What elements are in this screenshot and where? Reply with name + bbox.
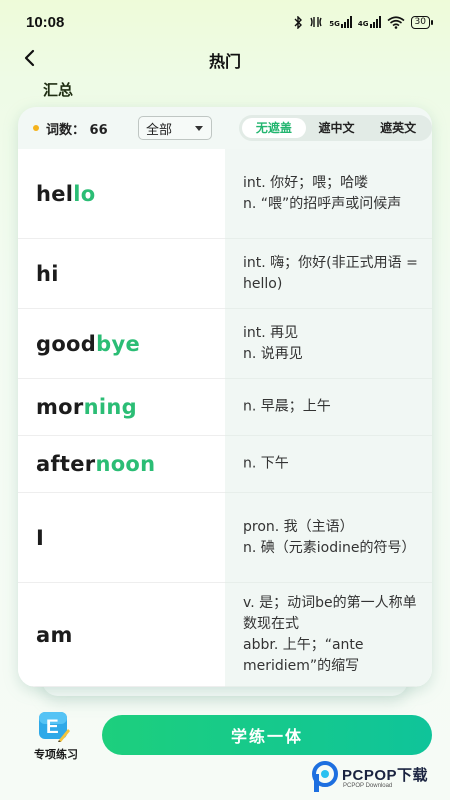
signal-bars-2	[369, 16, 381, 28]
word-prefix: hel	[36, 181, 74, 206]
word-cell: am	[18, 583, 225, 687]
segment-no-mask[interactable]: 无遮盖	[242, 118, 306, 138]
word-meaning: int. 你好；喂；哈喽 n. “喂”的招呼声或问候声	[243, 174, 402, 212]
segment-mask-chinese[interactable]: 遮中文	[306, 118, 368, 138]
word-meaning: v. 是；动词be的第一人称单数现在式 abbr. 上午；“ante merid…	[243, 594, 417, 674]
word-prefix: I	[36, 525, 45, 550]
word-text: afternoon	[36, 452, 155, 476]
word-row[interactable]: hello int. 你好；喂；哈喽 n. “喂”的招呼声或问候声	[18, 149, 432, 239]
caret-down-icon	[195, 126, 203, 131]
word-cell: I	[18, 493, 225, 583]
meaning-cell: pron. 我（主语） n. 碘（元素iodine的符号）	[225, 493, 432, 583]
word-cell: hello	[18, 149, 225, 239]
word-cell: afternoon	[18, 436, 225, 493]
section-title: 汇总	[43, 81, 74, 99]
word-cell: goodbye	[18, 309, 225, 379]
word-text: hi	[36, 262, 59, 286]
word-text: hello	[36, 182, 96, 206]
word-text: I	[36, 526, 44, 550]
mask-mode-segmented-control: 无遮盖 遮中文 遮英文	[239, 115, 432, 141]
status-bar: 10:08 5G 4G 30	[0, 0, 450, 44]
meaning-cell: n. 下午	[225, 436, 432, 493]
word-count: 词数： 66	[46, 119, 108, 138]
filter-select-value: 全部	[146, 123, 173, 138]
special-practice-button[interactable]: E 专项练习	[26, 710, 86, 764]
word-prefix: hi	[36, 261, 59, 286]
battery-icon: 30	[410, 15, 434, 29]
watermark-text: PCPOP下载	[342, 767, 429, 784]
learn-practice-button[interactable]: 学练一体	[102, 715, 432, 755]
word-meaning: n. 早晨；上午	[243, 398, 331, 415]
meaning-cell: int. 你好；喂；哈喽 n. “喂”的招呼声或问候声	[225, 149, 432, 239]
word-highlight: bye	[96, 331, 140, 356]
word-row[interactable]: goodbye int. 再见 n. 说再见	[18, 309, 432, 379]
network-4g-label: 4G	[357, 20, 369, 28]
word-text: am	[36, 623, 73, 647]
word-highlight: noon	[95, 452, 156, 476]
filter-select[interactable]: 全部	[138, 116, 212, 140]
word-prefix: am	[36, 622, 73, 647]
meaning-cell: n. 早晨；上午	[225, 379, 432, 436]
signal-bars-1	[340, 16, 352, 28]
word-count-label: 词数：	[46, 123, 86, 138]
word-prefix: good	[36, 331, 97, 356]
bluetooth-icon	[294, 15, 303, 29]
word-row[interactable]: morning n. 早晨；上午	[18, 379, 432, 436]
network-5g-icon: 5G	[329, 16, 352, 28]
special-practice-label: 专项练习	[34, 748, 78, 761]
word-row[interactable]: I pron. 我（主语） n. 碘（元素iodine的符号）	[18, 493, 432, 583]
segment-mask-english[interactable]: 遮英文	[367, 118, 429, 138]
word-meaning: int. 嗨；你好(非正式用语 = hello)	[243, 254, 418, 292]
list-toolbar: 词数： 66 全部 无遮盖 遮中文 遮英文	[18, 107, 432, 149]
vibrate-icon	[310, 17, 322, 27]
meaning-cell: int. 再见 n. 说再见	[225, 309, 432, 379]
word-row[interactable]: hi int. 嗨；你好(非正式用语 = hello)	[18, 239, 432, 309]
meaning-cell: int. 嗨；你好(非正式用语 = hello)	[225, 239, 432, 309]
pcpop-watermark: PCPOP下载 PCPOP Download	[312, 760, 450, 800]
meaning-cell: v. 是；动词be的第一人称单数现在式 abbr. 上午；“ante merid…	[225, 583, 432, 687]
word-text: goodbye	[36, 332, 140, 356]
word-meaning: pron. 我（主语） n. 碘（元素iodine的符号）	[243, 518, 416, 556]
network-4g-icon: 4G	[358, 16, 381, 28]
svg-text:E: E	[46, 717, 59, 738]
wifi-icon	[387, 15, 405, 29]
word-text: morning	[36, 395, 137, 419]
word-prefix: mor	[36, 395, 84, 419]
word-meaning: int. 再见 n. 说再见	[243, 324, 303, 362]
letter-e-book-icon: E	[39, 712, 70, 742]
word-list-card: 词数： 66 全部 无遮盖 遮中文 遮英文 hello int. 你好；喂；哈喽…	[18, 107, 432, 687]
page-title: 热门	[208, 52, 241, 71]
status-time: 10:08	[26, 13, 65, 31]
word-meaning: n. 下午	[243, 455, 289, 472]
word-highlight: ning	[83, 395, 137, 419]
pcpop-logo-icon	[312, 761, 338, 792]
word-cell: hi	[18, 239, 225, 309]
word-count-value: 66	[89, 123, 108, 138]
word-row[interactable]: afternoon n. 下午	[18, 436, 432, 493]
word-list[interactable]: hello int. 你好；喂；哈喽 n. “喂”的招呼声或问候声 hi int…	[18, 149, 432, 687]
watermark-subtext: PCPOP Download	[343, 783, 393, 789]
status-icons: 5G 4G 30	[293, 15, 434, 29]
count-dot-icon	[33, 125, 39, 131]
word-row[interactable]: am v. 是；动词be的第一人称单数现在式 abbr. 上午；“ante me…	[18, 583, 432, 687]
network-5g-label: 5G	[329, 20, 340, 28]
word-cell: morning	[18, 379, 225, 436]
word-prefix: after	[36, 452, 96, 476]
word-highlight: lo	[73, 181, 96, 206]
